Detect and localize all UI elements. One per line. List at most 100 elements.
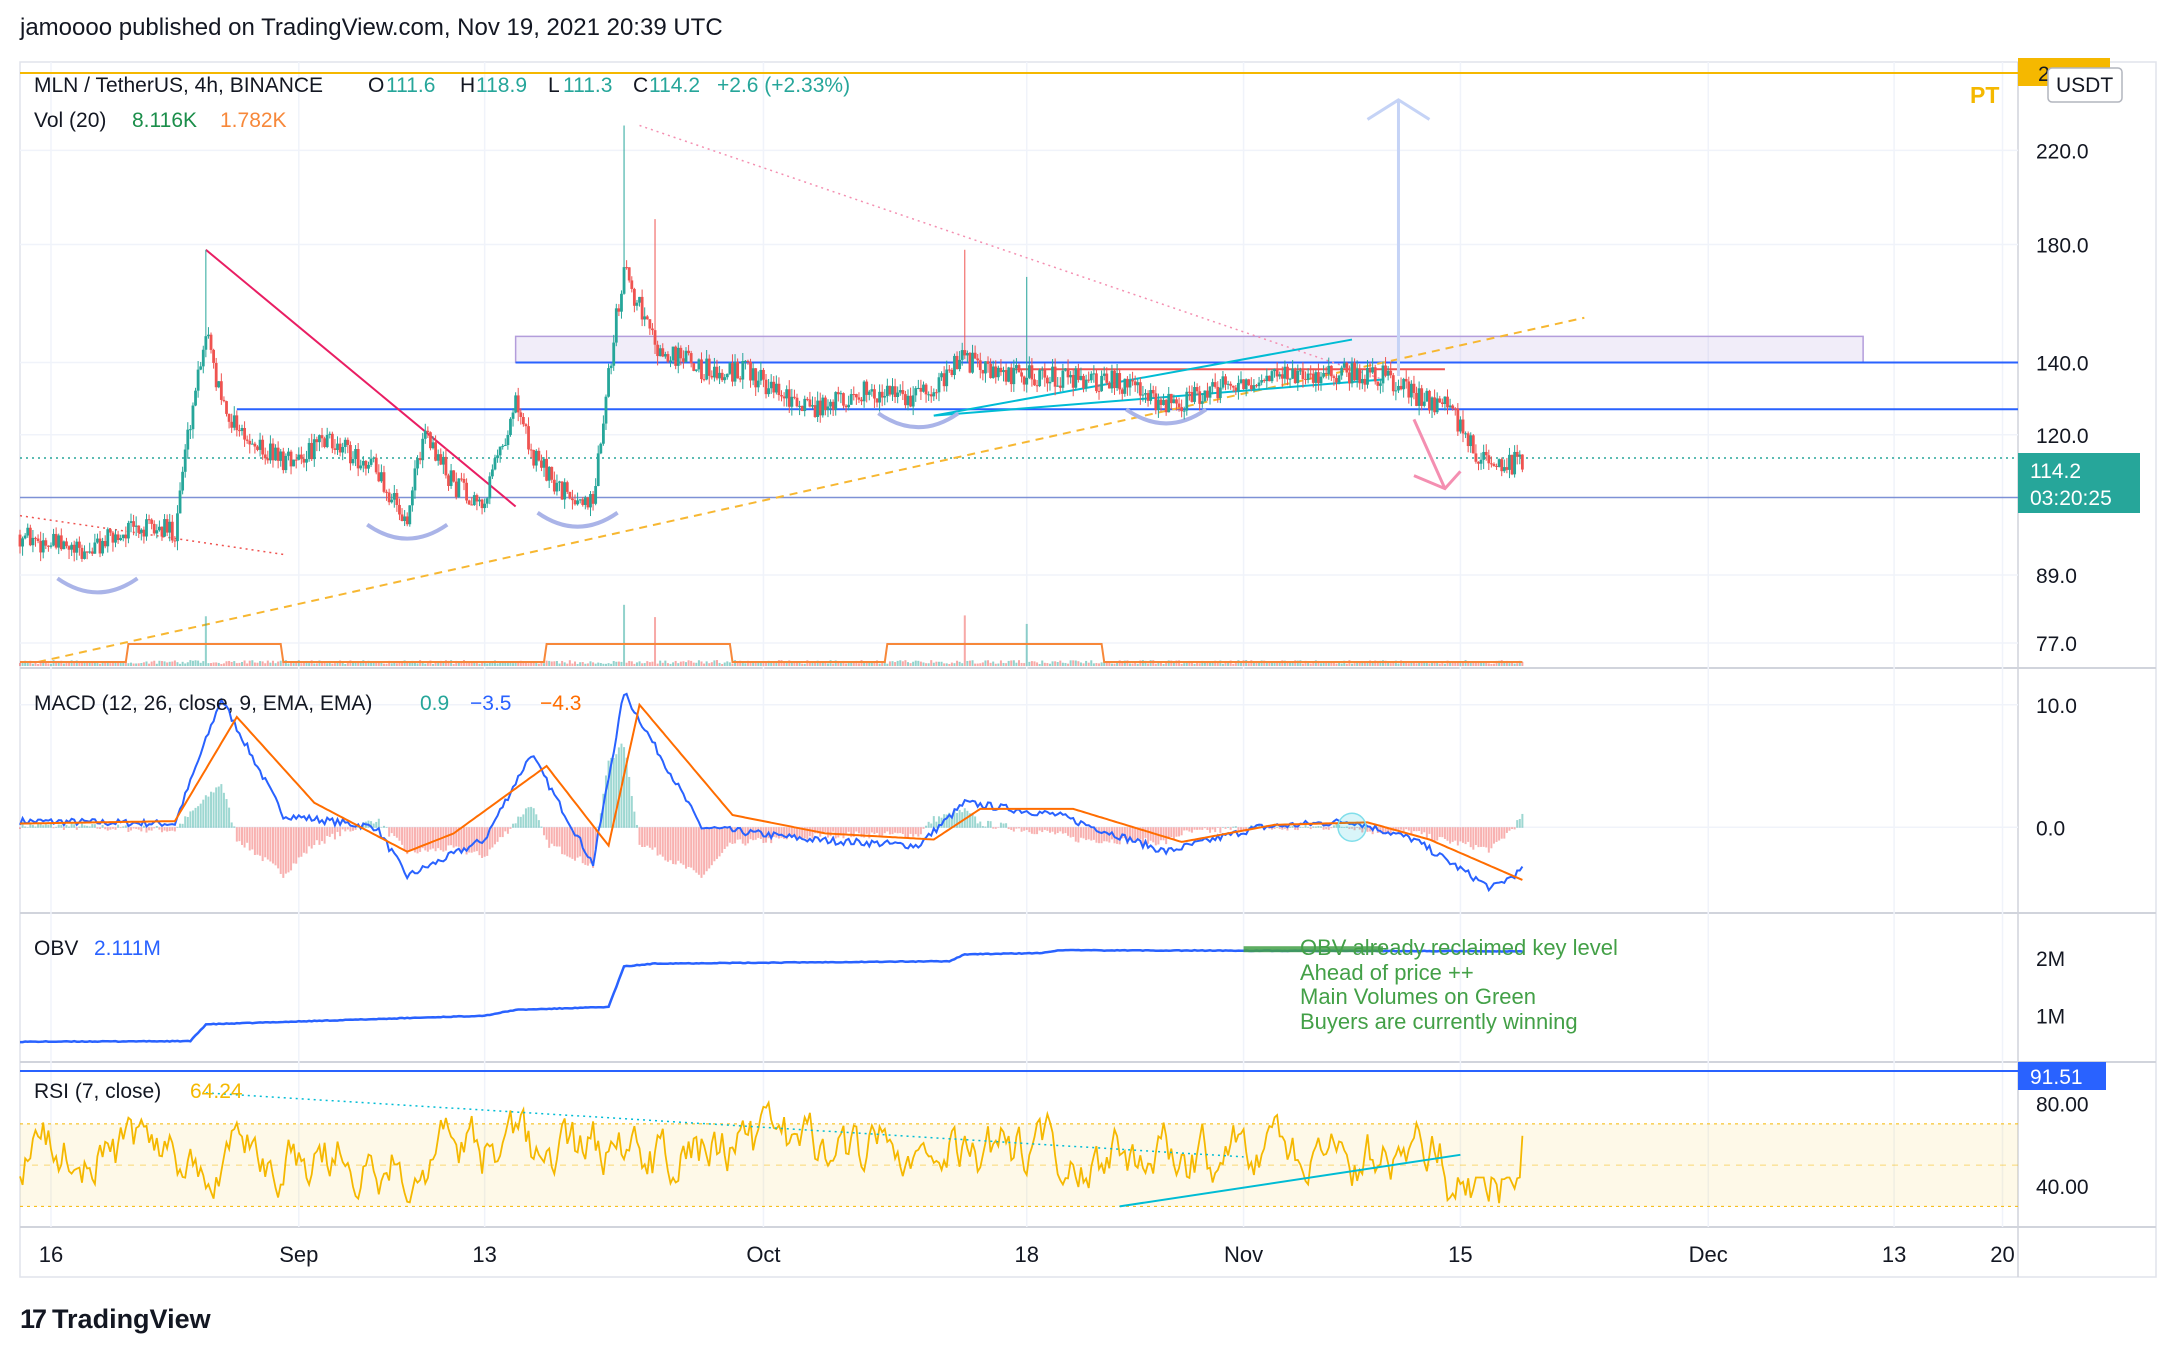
- macd-histogram-bar: [19, 827, 21, 829]
- volume-bar: [1100, 662, 1103, 666]
- candle-body: [49, 545, 53, 547]
- volume-bar: [574, 661, 576, 666]
- volume-bar: [651, 661, 654, 666]
- candle-body: [1089, 373, 1093, 381]
- candle-body: [1492, 463, 1496, 466]
- candle-body: [826, 406, 830, 410]
- candle-body: [583, 497, 587, 505]
- macd-histogram-bar: [1487, 827, 1490, 853]
- candle-body: [1420, 388, 1424, 406]
- macd-histogram-bar: [966, 810, 969, 828]
- volume-bar: [1028, 661, 1031, 666]
- candle-body: [1105, 373, 1109, 383]
- volume-bar: [635, 662, 638, 666]
- macd-histogram-bar: [635, 824, 638, 828]
- candle-body: [72, 544, 76, 553]
- volume-bar: [713, 660, 716, 666]
- volume-bar: [643, 663, 646, 666]
- volume-bar: [344, 663, 347, 666]
- macd-histogram-bar: [395, 827, 398, 838]
- footer-logo[interactable]: 17 TradingView: [20, 1304, 211, 1335]
- macd-histogram-bar: [545, 827, 548, 840]
- macd-histogram-bar: [473, 827, 476, 852]
- volume-ma-line: [20, 643, 1523, 663]
- macd-histogram-bar: [914, 827, 917, 835]
- obv-note-line-4: Buyers are currently winning: [1300, 1009, 1578, 1034]
- macd-histogram-bar: [346, 827, 349, 830]
- candle-body: [728, 363, 732, 374]
- candle-body: [1425, 390, 1429, 402]
- macd-histogram-bar: [179, 823, 182, 828]
- macd-histogram-bar: [117, 824, 120, 828]
- macd-histogram-bar: [561, 827, 564, 855]
- candle-body: [207, 334, 210, 337]
- price-tick-label: 220.0: [2036, 140, 2089, 163]
- macd-histogram-bar: [870, 827, 873, 833]
- volume-bar: [679, 661, 682, 666]
- candle-body: [1309, 373, 1313, 375]
- volume-bar: [287, 663, 290, 666]
- candle-body: [292, 459, 296, 467]
- macd-histogram-bar: [1454, 827, 1457, 841]
- volume-bar: [181, 661, 184, 666]
- candle-body: [1172, 399, 1176, 404]
- volume-bar: [850, 662, 853, 666]
- macd-histogram-bar: [677, 827, 680, 861]
- volume-bar: [912, 661, 915, 666]
- candle-body: [836, 392, 840, 395]
- candle-body: [785, 389, 789, 399]
- candle-body: [609, 365, 613, 369]
- volume-bar: [997, 663, 1000, 666]
- volume-bar: [1152, 660, 1155, 666]
- volume-bar: [19, 662, 21, 666]
- macd-histogram-bar: [186, 816, 189, 828]
- candle-body: [1002, 370, 1005, 373]
- volume-bar: [1482, 662, 1485, 666]
- legend-open: 111.6: [386, 74, 435, 97]
- currency-button[interactable]: USDT: [2047, 67, 2123, 103]
- macd-histogram-bar: [1482, 827, 1485, 847]
- obv-tick-label: 1M: [2036, 1006, 2065, 1029]
- chart-canvas[interactable]: 16 Sep 13 Oct 18 Nov 15 Dec 13 20 77.0 89.0 120.0 140…: [0, 0, 2172, 1350]
- volume-bar: [1051, 661, 1054, 666]
- candle-body: [823, 397, 827, 410]
- volume-bar: [932, 662, 935, 666]
- accumulation-arc: [366, 522, 449, 541]
- macd-histogram-bar: [584, 827, 587, 865]
- candle-body: [441, 456, 445, 465]
- volume-bar: [1198, 663, 1201, 666]
- candle-body: [506, 434, 510, 446]
- macd-histogram-bar: [1159, 827, 1162, 841]
- macd-histogram-bar: [703, 827, 706, 875]
- volume-bar: [1443, 663, 1446, 666]
- candle-body: [540, 460, 543, 468]
- candle-body: [777, 383, 781, 396]
- volume-bar: [803, 663, 806, 666]
- candle-body: [746, 360, 750, 362]
- candle-body: [98, 538, 102, 554]
- macd-histogram-bar: [994, 827, 997, 829]
- macd-histogram-bar: [904, 827, 907, 838]
- macd-histogram-bar: [259, 827, 262, 856]
- macd-histogram-bar: [824, 827, 827, 832]
- volume-bar: [416, 663, 419, 666]
- volume-bar: [158, 660, 161, 666]
- candle-body: [276, 447, 280, 461]
- volume-bar: [145, 661, 148, 666]
- macd-histogram-bar: [726, 827, 729, 847]
- candle-body: [676, 347, 680, 366]
- macd-histogram-bar: [1170, 827, 1173, 838]
- volume-bar: [274, 663, 277, 666]
- candle-body: [46, 545, 50, 547]
- volume-bar: [1036, 662, 1039, 666]
- candle-body: [382, 472, 386, 492]
- candle-body: [630, 280, 634, 289]
- macd-legend-histogram: 0.9: [420, 692, 449, 715]
- volume-bar: [486, 663, 489, 666]
- macd-histogram-bar: [718, 827, 721, 857]
- macd-histogram-bar: [847, 827, 850, 832]
- candle-body: [1448, 405, 1452, 408]
- candle-body: [1435, 398, 1439, 413]
- candle-body: [852, 394, 856, 396]
- candle-body: [408, 505, 412, 525]
